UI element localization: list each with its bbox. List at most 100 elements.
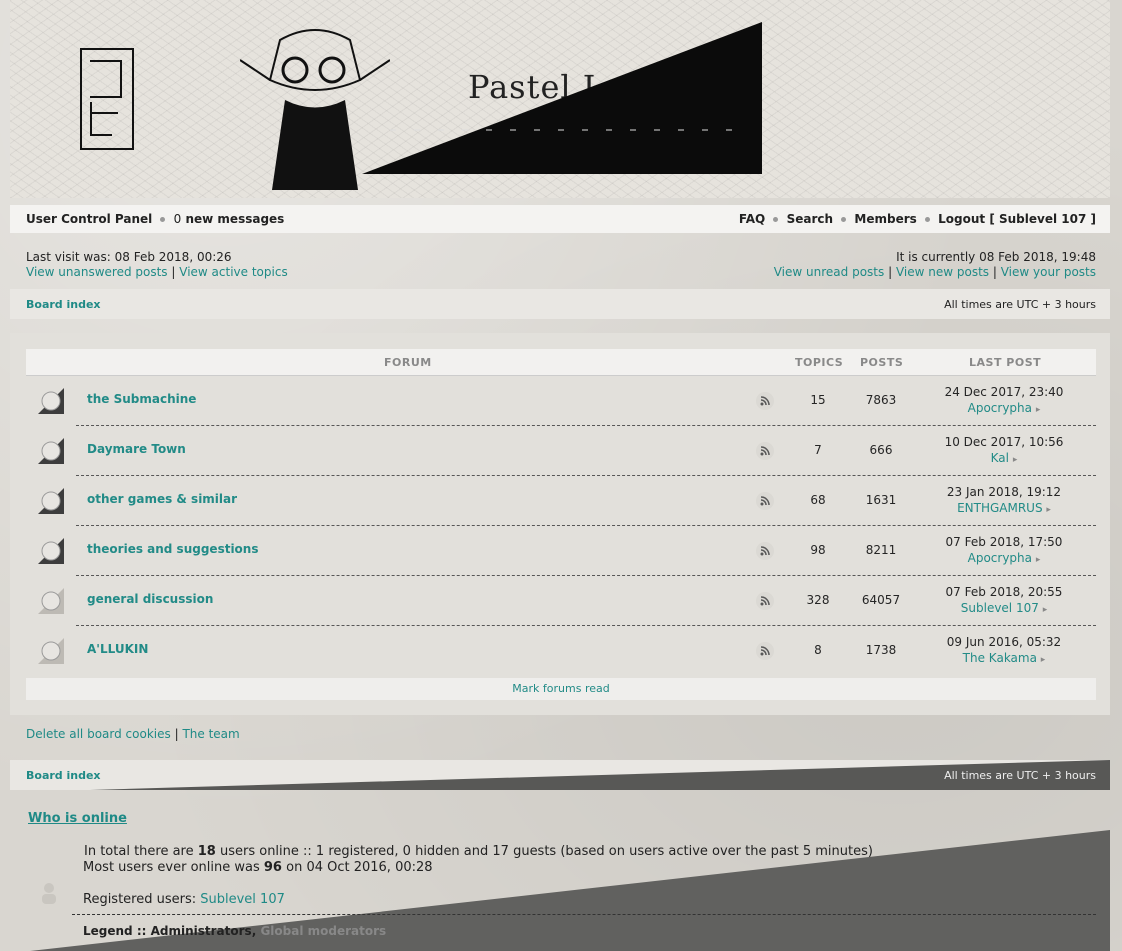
forum-last-post: 23 Jan 2018, 19:12 ENTHGAMRUS ▸: [926, 484, 1082, 518]
online-total: 18: [197, 844, 216, 859]
forum-name-link[interactable]: the Submachine: [87, 392, 196, 406]
rss-feed-icon[interactable]: [756, 592, 774, 610]
forum-status-icon: [38, 438, 64, 464]
last-post-user-link[interactable]: Kal: [991, 451, 1009, 465]
new-messages-link[interactable]: new messages: [185, 212, 284, 226]
view-latest-post-icon[interactable]: ▸: [1046, 505, 1051, 515]
view-your-link[interactable]: View your posts: [1001, 265, 1096, 279]
ucp-link[interactable]: User Control Panel: [26, 212, 152, 226]
users-online-icon: [42, 883, 56, 904]
view-unanswered-link[interactable]: View unanswered posts: [26, 265, 168, 279]
forum-table-header: FORUM TOPICS POSTS LAST POST: [26, 349, 1096, 376]
online-text: Most users ever online was: [83, 860, 264, 875]
last-post-date: 07 Feb 2018, 20:55: [945, 585, 1063, 599]
who-is-online-panel: In total there are 18 users online :: 1 …: [10, 830, 1110, 951]
link-separator: |: [171, 265, 176, 279]
legend-line: Legend :: Administrators, Global moderat…: [83, 924, 387, 938]
view-latest-post-icon[interactable]: ▸: [1043, 605, 1048, 615]
board-index-link[interactable]: Board index: [26, 298, 101, 311]
divider: [72, 914, 1096, 915]
breadcrumb-bottom: Board index All times are UTC + 3 hours: [10, 760, 1110, 790]
forum-name-link[interactable]: Daymare Town: [87, 442, 186, 456]
registered-users-line: Registered users: Sublevel 107: [83, 892, 285, 907]
faq-link[interactable]: FAQ: [739, 212, 765, 226]
timezone-note: All times are UTC + 3 hours: [944, 298, 1096, 311]
col-topics: TOPICS: [795, 356, 844, 369]
forum-row: general discussion 328 64057 07 Feb 2018, 2…: [26, 576, 1096, 626]
legend-label: Legend ::: [83, 924, 151, 938]
registered-user-link[interactable]: Sublevel 107: [200, 892, 285, 907]
forum-last-post: 07 Feb 2018, 17:50 Apocrypha ▸: [926, 534, 1082, 568]
registered-label: Registered users:: [83, 892, 201, 907]
forum-name-link[interactable]: general discussion: [87, 592, 213, 606]
rss-feed-icon[interactable]: [756, 492, 774, 510]
search-links-left: View unanswered posts | View active topi…: [26, 265, 288, 279]
search-link[interactable]: Search: [787, 212, 833, 226]
forum-row: the Submachine 15 7863 24 Dec 2017, 23:40 Ap…: [26, 376, 1096, 426]
forum-last-post: 09 Jun 2016, 05:32 The Kakama ▸: [926, 634, 1082, 668]
legend-admins-link[interactable]: Administrators: [151, 924, 252, 938]
board-index-link[interactable]: Board index: [26, 769, 101, 782]
forum-name-link[interactable]: A'LLUKIN: [87, 642, 148, 656]
forum-topics-count: 68: [810, 493, 826, 507]
who-is-online-heading[interactable]: Who is online: [28, 811, 127, 826]
last-post-date: 09 Jun 2016, 05:32: [946, 635, 1062, 649]
online-text: users online :: 1 registered, 0 hidden a…: [215, 844, 873, 859]
separator-dot: [924, 217, 930, 222]
last-post-user-link[interactable]: Apocrypha: [968, 551, 1032, 565]
rss-feed-icon[interactable]: [756, 392, 774, 410]
forum-row: theories and suggestions 98 8211 07 Feb 201…: [26, 526, 1096, 576]
last-post-user-link[interactable]: The Kakama: [963, 651, 1037, 665]
nav-right: FAQ Search Members Logout [ Sublevel 107…: [739, 212, 1096, 226]
online-max: 96: [263, 860, 282, 875]
forum-posts-count: 8211: [865, 543, 897, 557]
breadcrumb: Board index All times are UTC + 3 hours: [10, 289, 1110, 319]
separator-dot: [160, 217, 166, 222]
forum-posts-count: 1738: [865, 643, 897, 657]
forum-posts-count: 64057: [861, 593, 901, 607]
forum-status-icon: [38, 588, 64, 614]
rss-feed-icon[interactable]: [756, 442, 774, 460]
forum-status-icon: [38, 538, 64, 564]
nav-bar: User Control Panel 0 new messages FAQ Se…: [10, 205, 1110, 233]
forum-status-icon: [38, 388, 64, 414]
online-text: In total there are: [84, 844, 198, 859]
last-post-user-link[interactable]: Sublevel 107: [961, 601, 1039, 615]
delete-cookies-link[interactable]: Delete all board cookies: [26, 727, 171, 741]
forum-status-icon: [38, 488, 64, 514]
forum-last-post: 07 Feb 2018, 20:55 Sublevel 107 ▸: [926, 584, 1082, 618]
forum-topics-count: 98: [810, 543, 826, 557]
message-count: 0: [173, 212, 182, 226]
forum-list-panel: FORUM TOPICS POSTS LAST POST the Submach…: [10, 333, 1110, 715]
forum-name-link[interactable]: theories and suggestions: [87, 542, 259, 556]
last-visit: Last visit was: 08 Feb 2018, 00:26: [26, 250, 232, 264]
last-post-user-link[interactable]: ENTHGAMRUS: [957, 501, 1043, 515]
view-latest-post-icon[interactable]: ▸: [1036, 405, 1041, 415]
last-post-user-link[interactable]: Apocrypha: [968, 401, 1032, 415]
view-latest-post-icon[interactable]: ▸: [1013, 455, 1018, 465]
view-latest-post-icon[interactable]: ▸: [1036, 555, 1041, 565]
legend-mods-link[interactable]: Global moderators: [260, 924, 386, 938]
site-banner[interactable]: Pastel Land F: [10, 0, 1110, 198]
separator-dot: [841, 217, 847, 222]
nav-left: User Control Panel 0 new messages: [26, 212, 284, 226]
rss-feed-icon[interactable]: [756, 642, 774, 660]
mark-read-bar: Mark forums read: [26, 678, 1096, 700]
online-max-line: Most users ever online was 96 on 04 Oct …: [83, 860, 433, 875]
mark-forums-read-link[interactable]: Mark forums read: [512, 682, 609, 695]
view-active-link[interactable]: View active topics: [179, 265, 287, 279]
view-new-link[interactable]: View new posts: [896, 265, 989, 279]
forum-row: other games & similar 68 1631 23 Jan 2018, …: [26, 476, 1096, 526]
link-separator: |: [992, 265, 997, 279]
view-unread-link[interactable]: View unread posts: [774, 265, 885, 279]
team-link[interactable]: The team: [182, 727, 239, 741]
members-link[interactable]: Members: [854, 212, 916, 226]
logout-link[interactable]: Logout [ Sublevel 107 ]: [938, 212, 1096, 226]
timezone-note: All times are UTC + 3 hours: [944, 769, 1096, 782]
forum-posts-count: 7863: [865, 393, 897, 407]
current-time: It is currently 08 Feb 2018, 19:48: [896, 250, 1096, 264]
link-separator: |: [888, 265, 893, 279]
view-latest-post-icon[interactable]: ▸: [1041, 655, 1046, 665]
rss-feed-icon[interactable]: [756, 542, 774, 560]
forum-name-link[interactable]: other games & similar: [87, 492, 237, 506]
